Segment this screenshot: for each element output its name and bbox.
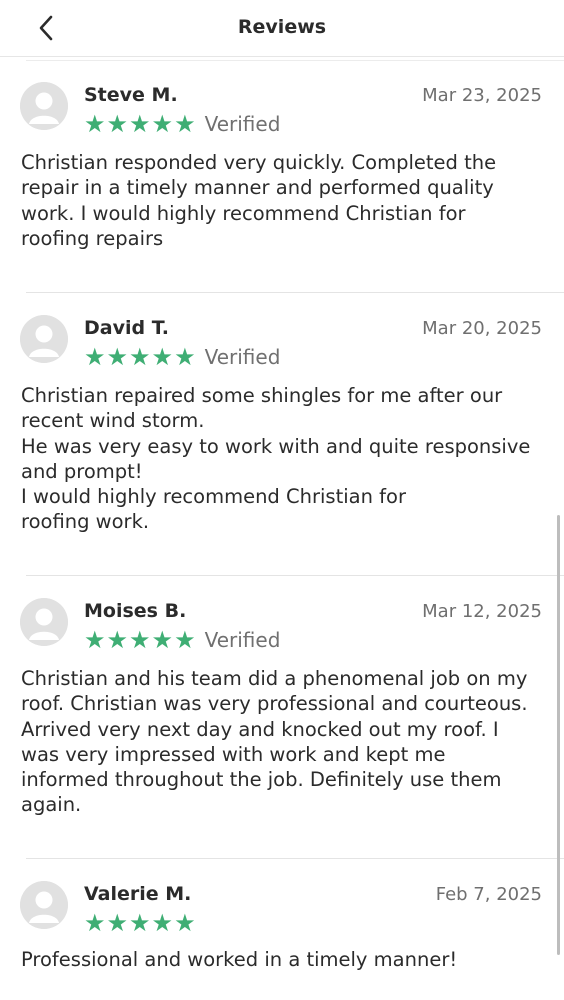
star-icon: ★ — [174, 626, 196, 654]
review-text: Christian and his team did a phenomenal … — [21, 667, 528, 817]
user-silhouette-icon — [20, 315, 68, 363]
verified-label: Verified — [204, 628, 281, 652]
review-text: Christian repaired some shingles for me … — [21, 384, 531, 534]
reviewer-name: Valerie M. — [84, 883, 192, 905]
avatar — [20, 82, 68, 130]
star-icon: ★ — [129, 626, 151, 654]
star-icon: ★ — [151, 343, 174, 371]
star-icon: ★ — [84, 110, 106, 138]
star-icon: ★ — [106, 110, 129, 138]
verified-label: Verified — [204, 345, 281, 369]
review-text: Professional and worked in a timely mann… — [21, 948, 458, 971]
star-icon: ★ — [129, 110, 151, 138]
divider — [26, 60, 564, 61]
divider — [26, 858, 564, 859]
page-title: Reviews — [237, 16, 327, 38]
review-text: Christian responded very quickly. Comple… — [21, 151, 497, 250]
star-icon: ★ — [106, 909, 129, 937]
star-icon: ★ — [151, 626, 174, 654]
reviewer-name: Steve M. — [84, 84, 178, 106]
star-rating: ★ ★ ★ ★ ★ Verified — [84, 345, 280, 369]
star-rating: ★ ★ ★ ★ ★ Verified — [84, 628, 280, 652]
star-icon: ★ — [84, 909, 106, 937]
scrollbar[interactable] — [557, 515, 560, 955]
divider — [26, 575, 564, 576]
star-icon: ★ — [129, 909, 151, 937]
star-icon: ★ — [174, 343, 196, 371]
star-icon: ★ — [106, 343, 129, 371]
user-silhouette-icon — [20, 881, 68, 929]
star-icon: ★ — [151, 110, 174, 138]
star-rating: ★ ★ ★ ★ ★ Verified — [84, 112, 280, 136]
star-icon: ★ — [129, 343, 151, 371]
review-date: Feb 7, 2025 — [435, 884, 542, 905]
divider — [26, 292, 564, 293]
verified-label: Verified — [204, 112, 281, 136]
star-rating: ★ ★ ★ ★ ★ — [84, 911, 197, 935]
star-icon: ★ — [174, 110, 196, 138]
reviewer-name: Moises B. — [84, 600, 187, 622]
star-icon: ★ — [84, 626, 106, 654]
star-icon: ★ — [106, 626, 129, 654]
star-icon: ★ — [84, 343, 106, 371]
user-silhouette-icon — [20, 82, 68, 130]
review-date: Mar 12, 2025 — [422, 601, 542, 622]
avatar — [20, 598, 68, 646]
avatar — [20, 881, 68, 929]
app-header: Reviews — [0, 0, 564, 57]
star-icon: ★ — [151, 909, 174, 937]
avatar — [20, 315, 68, 363]
user-silhouette-icon — [20, 598, 68, 646]
star-icon: ★ — [174, 909, 196, 937]
review-date: Mar 20, 2025 — [422, 318, 542, 339]
reviewer-name: David T. — [84, 317, 169, 339]
review-date: Mar 23, 2025 — [422, 85, 542, 106]
